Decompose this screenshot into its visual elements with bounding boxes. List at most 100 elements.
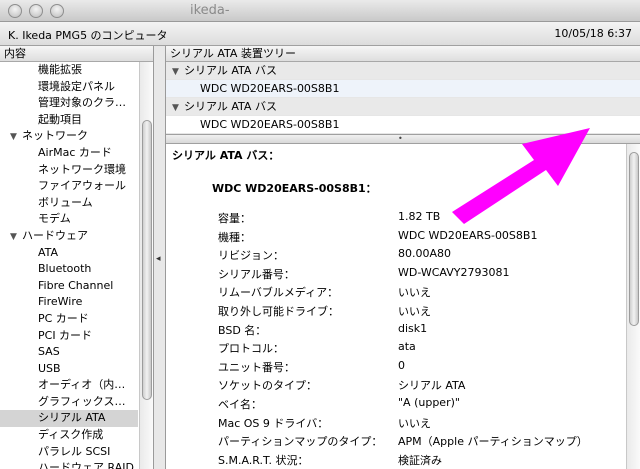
detail-heading: シリアル ATA バス： (172, 149, 280, 162)
sidebar-item[interactable]: Fibre Channel (0, 278, 138, 295)
property-value: 0 (398, 358, 405, 372)
tree-row-label: シリアル ATA バス (184, 64, 277, 77)
sidebar-item[interactable]: モデム (0, 211, 138, 228)
sidebar-item[interactable]: FireWire (0, 294, 138, 311)
sidebar-item[interactable]: 起動項目 (0, 112, 138, 129)
sidebar-item-label: PC カード (38, 311, 89, 325)
disclosure-triangle-icon[interactable]: ▼ (172, 63, 184, 81)
sidebar-item[interactable]: PC カード (0, 311, 138, 328)
property-label: ソケットのタイプ： (218, 379, 317, 393)
sidebar-item-label: Bluetooth (38, 262, 92, 276)
sidebar-item[interactable]: ネットワーク環境 (0, 162, 138, 179)
property-label: 取り外し可能ドライブ： (218, 305, 339, 318)
tree-bus-row[interactable]: ▼ シリアル ATA バス (166, 98, 640, 116)
sidebar-scroll-thumb[interactable] (142, 120, 152, 400)
sidebar-item[interactable]: 管理対象のクラ… (0, 95, 138, 112)
sidebar-item-label: 起動項目 (38, 112, 82, 126)
sidebar-item-label: ネットワーク環境 (38, 162, 126, 176)
sidebar-item[interactable]: ディスク作成 (0, 427, 138, 444)
property-value: APM（Apple パーティションマップ） (398, 435, 588, 449)
sidebar-item[interactable]: オーディオ（内… (0, 377, 138, 394)
sidebar-item-label: ATA (38, 245, 59, 259)
sidebar-item-label: ボリューム (38, 195, 93, 209)
disclosure-triangle-icon[interactable]: ▼ (10, 129, 22, 145)
property-label: リムーバブルメディア： (218, 286, 339, 300)
property-label: S.M.A.R.T. 状況： (218, 453, 309, 467)
sidebar-item-label: PCI カード (38, 328, 93, 342)
tree-row-label: WDC WD20EARS-00S8B1 (200, 82, 340, 95)
property-value: 検証済み (398, 453, 442, 467)
disclosure-triangle-icon[interactable]: ▼ (172, 99, 184, 117)
property-label: ベイ名： (218, 398, 262, 411)
property-value: WDC WD20EARS-00S8B1 (398, 228, 538, 242)
sidebar-category[interactable]: ▼ ハードウェア (0, 228, 138, 245)
sidebar-item[interactable]: USB (0, 361, 138, 378)
sidebar-item-label: ファイアウォール (38, 179, 126, 193)
sidebar-item-label: 管理対象のクラ… (38, 96, 126, 110)
window-titlebar: ikeda- (0, 0, 640, 22)
property-label: 容量： (218, 212, 251, 225)
tree-device-row[interactable]: WDC WD20EARS-00S8B1 (166, 80, 640, 98)
sidebar-item-label: ディスク作成 (38, 428, 104, 442)
pane-splitter-horizontal[interactable]: • (166, 134, 640, 144)
property-label: パーティションマップのタイプ： (218, 435, 383, 449)
sidebar-item[interactable]: 環境設定パネル (0, 79, 138, 96)
sidebar-item-label: シリアル ATA (38, 411, 106, 425)
sidebar-column-header[interactable]: 内容 (0, 46, 153, 62)
property-label: シリアル番号： (218, 267, 295, 281)
property-value: 1.82 TB (398, 210, 441, 223)
sidebar-item[interactable]: パラレル SCSI (0, 444, 138, 461)
sidebar-item[interactable]: ハードウェア RAID (0, 460, 138, 469)
sidebar-item[interactable]: ATA (0, 245, 138, 262)
sidebar-item[interactable]: ファイアウォール (0, 178, 138, 195)
sidebar-item[interactable]: PCI カード (0, 328, 138, 345)
property-label: プロトコル： (218, 342, 284, 356)
sidebar-item[interactable]: SAS (0, 344, 138, 361)
sidebar-item-label: パラレル SCSI (38, 444, 111, 458)
sidebar-item-label: モデム (38, 212, 71, 226)
sidebar-item[interactable]: 機能拡張 (0, 62, 138, 79)
property-value: "A (upper)" (398, 396, 460, 409)
minimize-window-button[interactable] (29, 4, 43, 18)
splitter-dimple-icon: • (398, 134, 403, 143)
sidebar-item[interactable]: グラフィックス… (0, 394, 138, 411)
tree-bus-row[interactable]: ▼ シリアル ATA バス (166, 62, 640, 80)
sidebar-item-label: ハードウェア (22, 228, 88, 242)
device-tree: シリアル ATA 装置ツリー ▼ シリアル ATA バス WDC WD20EARS-… (166, 46, 640, 134)
sidebar-item-label: 環境設定パネル (38, 79, 115, 93)
property-label: ユニット番号： (218, 360, 295, 374)
detail-pane: シリアル ATA バス： WDC WD20EARS-00S8B1： 容量： 1.8… (166, 144, 640, 469)
detail-scrollbar[interactable] (626, 144, 640, 469)
window-title: ikeda- (190, 3, 230, 18)
pane-splitter-vertical[interactable]: ◂ (154, 46, 166, 469)
property-label: リビジョン： (218, 249, 284, 263)
tree-device-row[interactable]: WDC WD20EARS-00S8B1 (166, 116, 640, 134)
close-window-button[interactable] (8, 4, 22, 18)
sidebar-item[interactable]: ボリューム (0, 195, 138, 212)
property-value: いいえ (398, 286, 431, 300)
zoom-window-button[interactable] (50, 4, 64, 18)
disclosure-triangle-icon[interactable]: ▼ (10, 229, 22, 245)
tree-row-label: WDC WD20EARS-00S8B1 (200, 118, 340, 131)
splitter-handle-icon: ◂ (156, 254, 161, 264)
property-value: WD-WCAVY2793081 (398, 265, 510, 279)
sidebar-item-label: ネットワーク (22, 129, 88, 143)
sidebar-item[interactable]: Bluetooth (0, 261, 138, 278)
property-value: いいえ (398, 416, 431, 430)
tree-column-header[interactable]: シリアル ATA 装置ツリー (166, 46, 640, 62)
property-label: Mac OS 9 ドライバ： (218, 416, 329, 430)
sidebar-item-label: AirMac カード (38, 145, 112, 159)
sidebar-item-label: 機能拡張 (38, 63, 82, 76)
sidebar-list: 機能拡張 環境設定パネル 管理対象のクラ… 起動項目 ▼ ネットワーク AirMac カード… (0, 62, 138, 469)
detail-device-title: WDC WD20EARS-00S8B1： (212, 182, 377, 195)
sidebar-item[interactable]: シリアル ATA (0, 410, 138, 428)
sidebar-item-label: Fibre Channel (38, 278, 114, 292)
tree-row-label: シリアル ATA バス (184, 100, 277, 113)
sidebar-category[interactable]: ▼ ネットワーク (0, 128, 138, 145)
detail-scroll-thumb[interactable] (629, 152, 639, 326)
sidebar-scrollbar[interactable] (139, 62, 153, 469)
property-value: いいえ (398, 305, 431, 318)
sidebar-item[interactable]: AirMac カード (0, 145, 138, 162)
computer-info-bar: K. Ikeda PMG5 のコンピュータ 10/05/18 6:37 (0, 22, 640, 46)
sidebar-item-label: オーディオ（内… (38, 378, 126, 392)
